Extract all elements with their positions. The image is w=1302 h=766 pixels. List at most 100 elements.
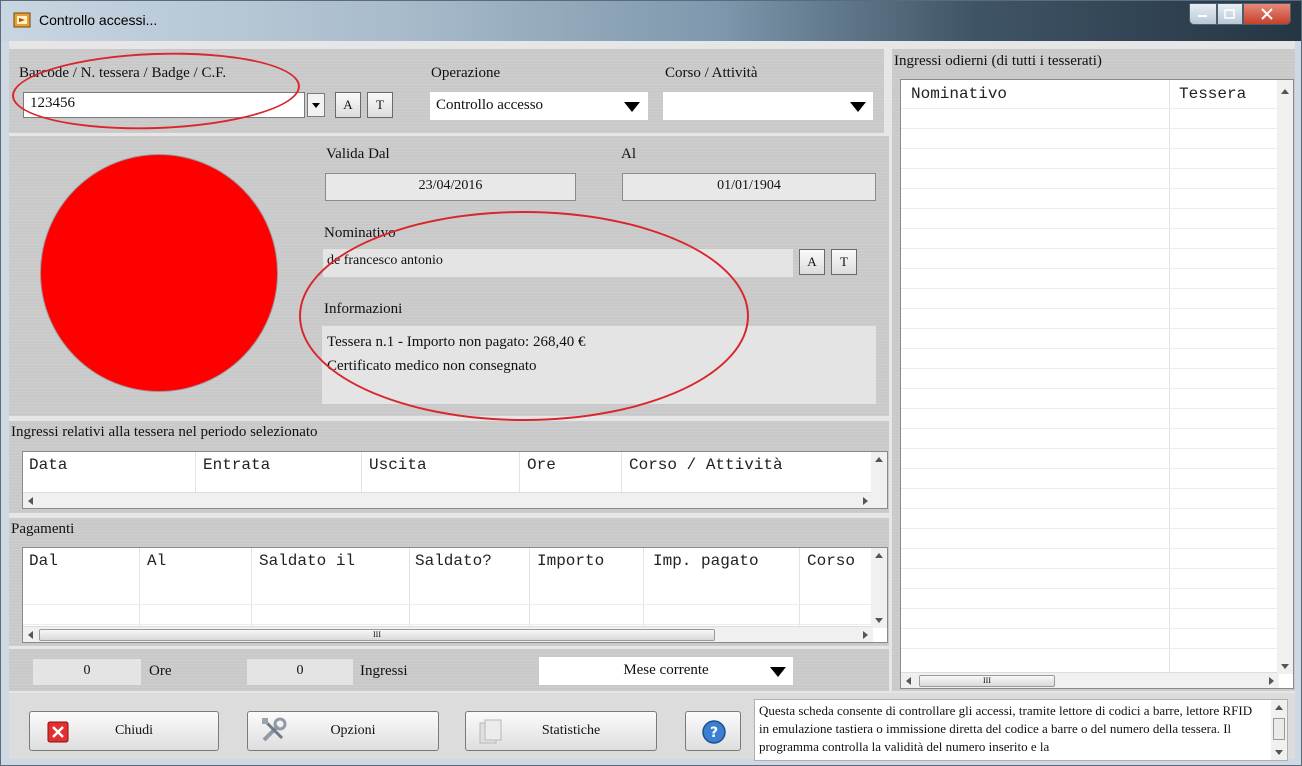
- help-text: Questa scheda consente di controllare gl…: [759, 703, 1253, 754]
- grid-line: [901, 128, 1293, 129]
- scroll-thumb[interactable]: III: [39, 629, 715, 641]
- scroll-left-icon: [28, 631, 33, 639]
- horizontal-scrollbar[interactable]: III: [23, 626, 873, 642]
- grid-line: [901, 568, 1293, 569]
- window-controls: [1189, 3, 1291, 25]
- chevron-down-icon: [312, 102, 320, 108]
- scroll-down-icon: [1275, 750, 1283, 755]
- options-button[interactable]: Opzioni: [247, 711, 439, 751]
- grid-line: [901, 488, 1293, 489]
- title-bar: Controllo accessi...: [1, 1, 1301, 41]
- window-title: Controllo accessi...: [39, 12, 158, 28]
- period-dropdown-arrow[interactable]: [769, 660, 787, 684]
- hours-label: Ore: [149, 663, 172, 679]
- horizontal-scrollbar[interactable]: III: [901, 672, 1279, 688]
- close-window-button[interactable]: [1243, 3, 1291, 25]
- grid-line: [901, 508, 1293, 509]
- scroll-thumb[interactable]: [1273, 718, 1285, 740]
- grid-line: [901, 368, 1293, 369]
- help-button[interactable]: ?: [685, 711, 741, 751]
- course-dropdown-arrow[interactable]: [849, 95, 867, 119]
- vertical-scrollbar[interactable]: [1271, 700, 1287, 760]
- column-header[interactable]: Corso: [807, 552, 871, 570]
- column-header[interactable]: Tessera: [1179, 85, 1246, 103]
- today-table[interactable]: Nominativo Tessera III: [900, 79, 1294, 689]
- grid-line: [901, 408, 1293, 409]
- help-text-box[interactable]: Questa scheda consente di controllare gl…: [754, 699, 1288, 761]
- scroll-up-icon: [1275, 705, 1283, 710]
- grid-line: [901, 288, 1293, 289]
- entries-table[interactable]: Data Entrata Uscita Ore Corso / Attività: [22, 451, 888, 509]
- payments-title: Pagamenti: [11, 521, 75, 537]
- search-t-button[interactable]: T: [367, 92, 393, 118]
- operation-select[interactable]: Controllo accesso: [430, 92, 648, 120]
- valid-to-value: 01/01/1904: [622, 173, 876, 201]
- course-label: Corso / Attività: [665, 65, 758, 81]
- course-select[interactable]: [663, 92, 873, 120]
- period-value: Mese corrente: [623, 662, 709, 678]
- chevron-down-icon: [770, 667, 786, 677]
- close-icon: [1261, 8, 1273, 20]
- minimize-icon: [1198, 15, 1207, 17]
- info-line: Tessera n.1 - Importo non pagato: 268,40…: [327, 334, 586, 350]
- payments-panel: Pagamenti Dal Al Saldato il Saldato? Imp…: [9, 518, 889, 646]
- hours-value: 0: [33, 659, 141, 685]
- vertical-scrollbar[interactable]: [871, 452, 887, 508]
- operation-label: Operazione: [431, 65, 501, 81]
- scroll-up-icon: [875, 553, 883, 558]
- grid-line: [901, 588, 1293, 589]
- search-panel: Barcode / N. tessera / Badge / C.F. 1234…: [9, 49, 884, 133]
- client-area: Barcode / N. tessera / Badge / C.F. 1234…: [9, 41, 1295, 761]
- payments-table[interactable]: Dal Al Saldato il Saldato? Importo Imp. …: [22, 547, 888, 643]
- vertical-scrollbar[interactable]: [1277, 80, 1293, 674]
- grid-line: [901, 448, 1293, 449]
- grid-line: [901, 268, 1293, 269]
- name-a-button[interactable]: A: [799, 249, 825, 275]
- column-header[interactable]: Data: [29, 456, 67, 474]
- column-header[interactable]: Dal: [29, 552, 58, 570]
- close-button-label: Chiudi: [114, 723, 154, 738]
- column-header[interactable]: Nominativo: [911, 85, 1007, 103]
- grid-line: [901, 388, 1293, 389]
- minimize-button[interactable]: [1189, 3, 1217, 25]
- search-dropdown-button[interactable]: [307, 93, 325, 117]
- totals-panel: 0 Ore 0 Ingressi Mese corrente: [9, 649, 889, 691]
- grid-line: [901, 608, 1293, 609]
- column-header[interactable]: Al: [147, 552, 166, 570]
- column-header[interactable]: Importo: [537, 552, 604, 570]
- info-line: Certificato medico non consegnato: [327, 358, 537, 374]
- column-header[interactable]: Entrata: [203, 456, 270, 474]
- horizontal-scrollbar[interactable]: [23, 492, 873, 508]
- entries-panel: Ingressi relativi alla tessera nel perio…: [9, 421, 889, 513]
- maximize-icon: [1224, 9, 1235, 19]
- column-header[interactable]: Saldato il: [259, 552, 355, 570]
- column-header[interactable]: Corso / Attività: [629, 456, 783, 474]
- scroll-left-icon: [28, 497, 33, 505]
- options-button-label: Opzioni: [330, 723, 376, 738]
- grid-line: [901, 168, 1293, 169]
- svg-text:?: ?: [710, 725, 718, 741]
- column-header[interactable]: Ore: [527, 456, 556, 474]
- grid-line: [901, 228, 1293, 229]
- search-a-button[interactable]: A: [335, 92, 361, 118]
- column-header[interactable]: Uscita: [369, 456, 427, 474]
- column-header[interactable]: Imp. pagato: [653, 552, 759, 570]
- name-t-button[interactable]: T: [831, 249, 857, 275]
- grid-line: [901, 648, 1293, 649]
- close-button[interactable]: Chiudi: [29, 711, 219, 751]
- maximize-button[interactable]: [1217, 3, 1243, 25]
- today-panel: Ingressi odierni (di tutti i tesserati) …: [892, 49, 1295, 691]
- scroll-thumb[interactable]: III: [919, 675, 1055, 687]
- scroll-right-icon: [1269, 677, 1274, 685]
- search-input[interactable]: 123456: [23, 92, 305, 118]
- entries-title: Ingressi relativi alla tessera nel perio…: [11, 424, 318, 440]
- scroll-up-icon: [1281, 89, 1289, 94]
- period-select[interactable]: Mese corrente: [539, 657, 793, 685]
- column-header[interactable]: Saldato?: [415, 552, 492, 570]
- vertical-scrollbar[interactable]: [871, 548, 887, 628]
- statistics-button[interactable]: Statistiche: [465, 711, 657, 751]
- scroll-left-icon: [906, 677, 911, 685]
- entries-count-value: 0: [247, 659, 353, 685]
- operation-dropdown-arrow[interactable]: [623, 95, 641, 119]
- search-label: Barcode / N. tessera / Badge / C.F.: [19, 65, 227, 81]
